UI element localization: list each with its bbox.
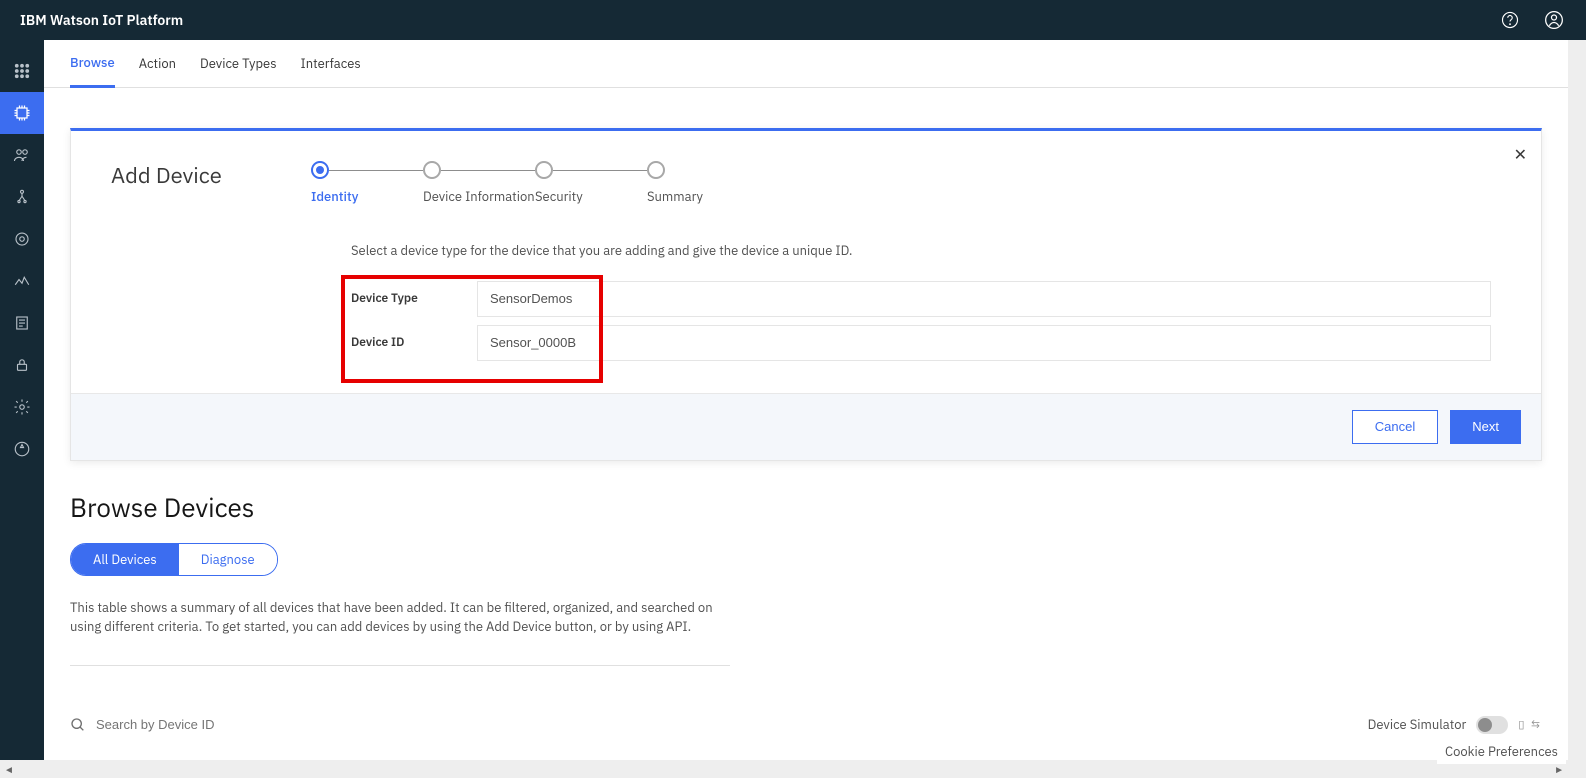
horizontal-scrollbar[interactable]: ◄ ► [0, 760, 1586, 778]
next-button[interactable]: Next [1450, 410, 1521, 444]
close-icon[interactable]: ✕ [1514, 145, 1527, 165]
step-identity[interactable]: Identity [311, 161, 423, 206]
device-id-label: Device ID [351, 335, 477, 350]
left-nav [0, 40, 44, 778]
header-right [1498, 8, 1566, 32]
pill-all-devices[interactable]: All Devices [71, 544, 179, 575]
nav-security-icon[interactable] [0, 344, 44, 386]
search-icon [70, 717, 86, 733]
search-input[interactable] [96, 717, 356, 732]
content-wrapper: ✕ Add Device Identity Device Information [44, 128, 1568, 760]
step-summary[interactable]: Summary [647, 161, 703, 206]
tab-action[interactable]: Action [139, 40, 176, 88]
simulator-extra-icons[interactable]: ▯ ⇆ [1518, 718, 1542, 732]
main-area: Browse Action Device Types Interfaces ✕ … [44, 40, 1568, 760]
device-type-input[interactable] [477, 281, 1491, 317]
device-id-row: Device ID [351, 325, 1491, 361]
nav-usage-icon[interactable] [0, 218, 44, 260]
nav-devices-icon[interactable] [0, 92, 44, 134]
device-filter-pills: All Devices Diagnose [70, 543, 278, 576]
step-identity-label: Identity [311, 189, 423, 206]
tab-browse[interactable]: Browse [70, 40, 115, 88]
tab-device-types[interactable]: Device Types [200, 40, 276, 88]
browse-section: Browse Devices All Devices Diagnose This… [70, 461, 1542, 760]
step-line [329, 170, 423, 171]
pill-diagnose[interactable]: Diagnose [179, 544, 277, 575]
step-summary-circle [647, 161, 665, 179]
device-type-row: Device Type [351, 281, 1491, 317]
modal-header-row: Add Device Identity Device Information [71, 131, 1541, 216]
add-device-modal: ✕ Add Device Identity Device Information [70, 128, 1542, 461]
step-security-label: Security [535, 189, 647, 206]
nav-members-icon[interactable] [0, 134, 44, 176]
top-header: IBM Watson IoT Platform [0, 0, 1586, 40]
modal-title: Add Device [111, 161, 271, 206]
nav-extensions-icon[interactable] [0, 428, 44, 470]
form-fields-wrap: Device Type Device ID [351, 281, 1491, 361]
step-line [553, 170, 647, 171]
search-row: Device Simulator ▯ ⇆ [70, 706, 1542, 744]
nav-analytics-icon[interactable] [0, 260, 44, 302]
identity-form: Select a device type for the device that… [71, 216, 1541, 393]
simulator-wrap: Device Simulator ▯ ⇆ [1368, 716, 1542, 734]
cookie-preferences-link[interactable]: Cookie Preferences [1437, 739, 1566, 764]
browse-description: This table shows a summary of all device… [70, 598, 730, 666]
step-line [441, 170, 535, 171]
user-icon[interactable] [1542, 8, 1566, 32]
vertical-scrollbar[interactable] [1568, 40, 1586, 760]
step-security[interactable]: Security [535, 161, 647, 206]
nav-logs-icon[interactable] [0, 302, 44, 344]
scroll-left-arrow[interactable]: ◄ [4, 763, 14, 776]
help-icon[interactable] [1498, 8, 1522, 32]
scroll-right-arrow[interactable]: ► [1554, 763, 1564, 776]
device-type-label: Device Type [351, 291, 477, 306]
nav-settings-icon[interactable] [0, 386, 44, 428]
simulator-label: Device Simulator [1368, 716, 1467, 733]
step-info-circle [423, 161, 441, 179]
step-info-label: Device Information [423, 189, 535, 206]
nav-apps-icon[interactable] [0, 50, 44, 92]
tab-interfaces[interactable]: Interfaces [301, 40, 361, 88]
platform-title: IBM Watson IoT Platform [20, 11, 183, 29]
step-identity-circle [311, 161, 329, 179]
form-instructions: Select a device type for the device that… [351, 242, 1491, 259]
step-device-info[interactable]: Device Information [423, 161, 535, 206]
step-security-circle [535, 161, 553, 179]
tab-row: Browse Action Device Types Interfaces [44, 40, 1568, 88]
step-summary-label: Summary [647, 189, 703, 206]
search-wrap [70, 717, 356, 733]
device-id-input[interactable] [477, 325, 1491, 361]
simulator-toggle[interactable] [1476, 716, 1508, 734]
nav-device-types-icon[interactable] [0, 176, 44, 218]
browse-title: Browse Devices [70, 491, 1542, 525]
wizard-stepper: Identity Device Information Security [311, 161, 703, 206]
cancel-button[interactable]: Cancel [1352, 410, 1438, 444]
modal-footer: Cancel Next [71, 393, 1541, 460]
